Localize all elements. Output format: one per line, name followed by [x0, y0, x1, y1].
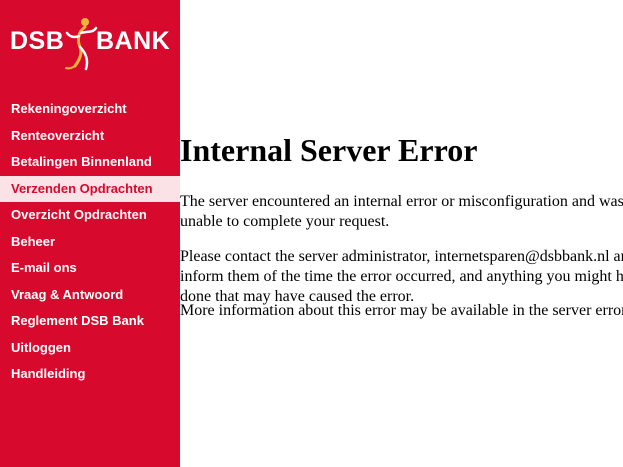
log-info-message: More information about this error may be…: [180, 302, 623, 319]
dsb-bank-logo[interactable]: DSB BANK: [10, 16, 172, 72]
sidebar-item-betalingen-binnenland[interactable]: Betalingen Binnenland: [0, 149, 180, 176]
sidebar-item-vraag-antwoord[interactable]: Vraag & Antwoord: [0, 282, 180, 309]
dancer-figure-icon: [65, 18, 98, 71]
page: DSB BANK Rekeningoverzicht Renteoverzich…: [0, 0, 623, 467]
logo-word-dsb: DSB: [10, 27, 65, 55]
error-message: The server encountered an internal error…: [180, 193, 623, 230]
error-content: Internal Server Error The server encount…: [180, 0, 623, 467]
sidebar-item-rekeningoverzicht[interactable]: Rekeningoverzicht: [0, 96, 180, 123]
logo-word-bank: BANK: [96, 27, 171, 55]
sidebar-item-handleiding[interactable]: Handleiding: [0, 361, 180, 388]
sidebar-item-beheer[interactable]: Beheer: [0, 229, 180, 256]
sidebar-item-reglement[interactable]: Reglement DSB Bank: [0, 308, 180, 335]
sidebar-item-overzicht-opdrachten[interactable]: Overzicht Opdrachten: [0, 202, 180, 229]
sidebar: DSB BANK Rekeningoverzicht Renteoverzich…: [0, 0, 180, 467]
sidebar-item-email-ons[interactable]: E-mail ons: [0, 255, 180, 282]
sidebar-menu: Rekeningoverzicht Renteoverzicht Betalin…: [0, 96, 180, 388]
contact-message: Please contact the server administrator,…: [180, 248, 623, 305]
error-title: Internal Server Error: [180, 132, 478, 168]
sidebar-item-renteoverzicht[interactable]: Renteoverzicht: [0, 123, 180, 150]
sidebar-item-uitloggen[interactable]: Uitloggen: [0, 335, 180, 362]
sidebar-item-verzenden-opdrachten[interactable]: Verzenden Opdrachten: [0, 175, 180, 202]
